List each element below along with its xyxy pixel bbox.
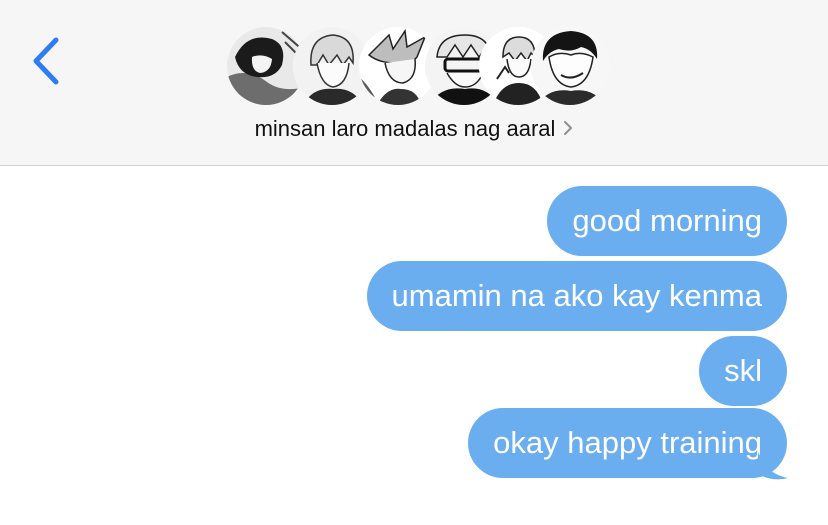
back-button[interactable]: [26, 34, 66, 88]
message-text: good morning: [572, 203, 762, 238]
message-text: skl: [724, 353, 762, 388]
message-bubble[interactable]: good morning: [547, 186, 787, 256]
group-avatars[interactable]: [227, 27, 609, 107]
message-text: okay happy training: [493, 425, 762, 460]
group-name-link[interactable]: minsan laro madalas nag aaral: [0, 116, 828, 142]
message-bubble[interactable]: okay happy training: [468, 408, 787, 478]
group-name: minsan laro madalas nag aaral: [254, 116, 556, 141]
chevron-left-icon: [33, 37, 59, 85]
message-text: umamin na ako kay kenma: [391, 278, 762, 313]
chevron-right-icon: [563, 116, 573, 142]
avatar: [531, 27, 609, 105]
conversation-header: minsan laro madalas nag aaral: [0, 0, 828, 166]
message-bubble[interactable]: skl: [699, 336, 787, 406]
message-list: good morning umamin na ako kay kenma skl…: [0, 166, 828, 525]
bubble-tail: [758, 452, 788, 480]
message-bubble[interactable]: umamin na ako kay kenma: [366, 261, 787, 331]
